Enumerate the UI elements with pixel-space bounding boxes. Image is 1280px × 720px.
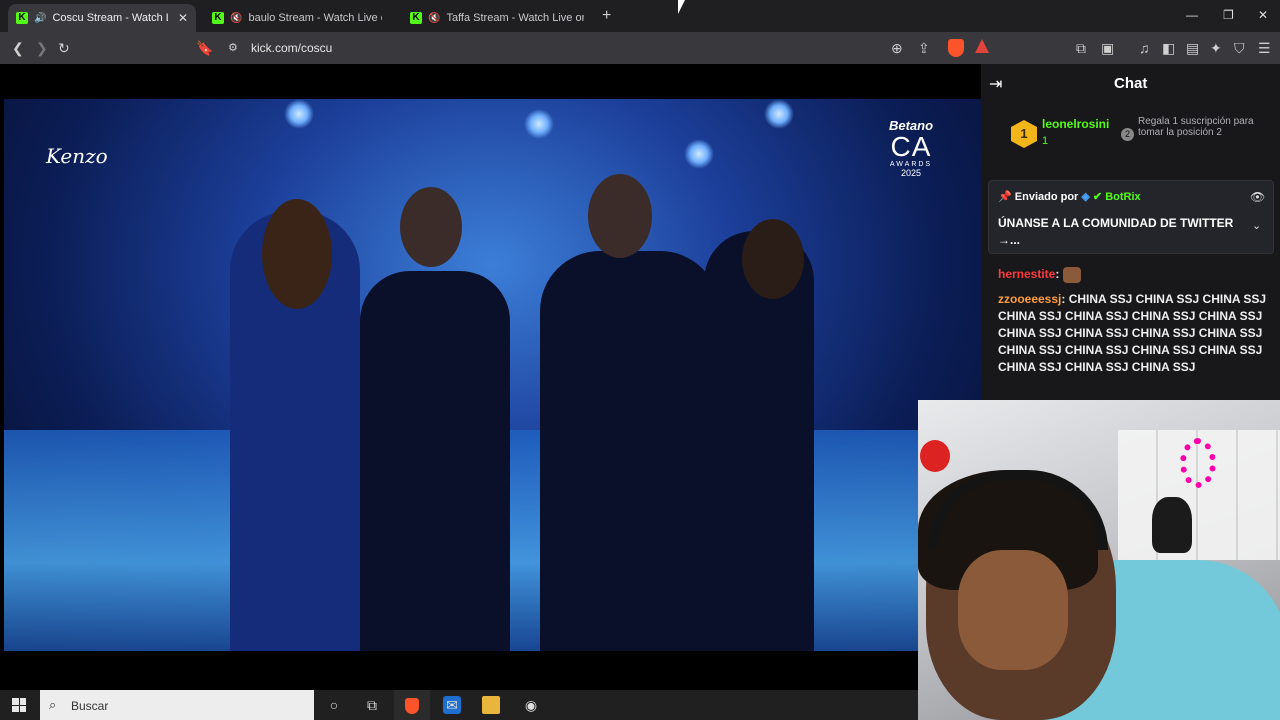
tab-title: Coscu Stream - Watch Live on <box>52 12 167 24</box>
browser-tab-bar: K 🔊 Coscu Stream - Watch Live on ✕ K 🔇 b… <box>0 0 1280 32</box>
obs-icon[interactable]: ◉ <box>522 696 540 714</box>
windows-start-icon[interactable] <box>12 698 26 712</box>
rank-1-badge: 1 <box>1011 120 1037 148</box>
kick-favicon-icon: K <box>212 12 224 24</box>
muted-speaker-icon[interactable]: 🔇 <box>230 13 242 24</box>
close-tab-icon[interactable]: ✕ <box>178 11 188 25</box>
emote-icon <box>1062 266 1081 283</box>
rank-2-badge: 2 <box>1121 128 1134 141</box>
url-bar[interactable]: kick.com/coscu <box>251 41 332 55</box>
host-left-head <box>262 199 332 309</box>
pinned-sender[interactable]: BotRix <box>1105 191 1140 203</box>
mouse-cursor <box>678 0 690 14</box>
muted-speaker-icon[interactable]: 🔇 <box>428 13 440 24</box>
pinned-text: ÚNANSE A LA COMUNIDAD DE TWITTER →... <box>998 216 1234 247</box>
music-icon[interactable]: ♫ <box>1139 39 1150 57</box>
pin-icon: 📌 <box>998 191 1012 203</box>
host-right-head <box>742 219 804 299</box>
extensions-icon[interactable]: ⧉ <box>1076 39 1086 57</box>
kick-favicon-icon: K <box>410 12 422 24</box>
chandelier-light <box>284 99 314 129</box>
tab-title: Taffa Stream - Watch Live on Kick <box>446 12 584 24</box>
award-year: 2025 <box>900 168 922 178</box>
brave-rewards-icon[interactable] <box>975 39 989 53</box>
chat-username[interactable]: zzooeeessj <box>998 292 1061 306</box>
guest-1 <box>360 271 510 651</box>
leaderboard-count: 1 <box>1042 135 1049 147</box>
pinned-header: 📌 Enviado por ◈ ✔ BotRix <box>998 190 1141 203</box>
leo-ai-icon[interactable]: ✦ <box>1210 39 1222 57</box>
collapse-chat-icon[interactable]: ⇥ <box>989 74 1002 94</box>
sidebar-icon[interactable]: ◧ <box>1162 39 1175 57</box>
share-icon[interactable]: ⇪ <box>918 39 930 57</box>
streamer-hand <box>958 550 1068 670</box>
chat-title: Chat <box>1114 75 1148 92</box>
taskbar-search-input[interactable]: ⌕ Buscar <box>40 690 314 720</box>
chandelier-light <box>684 139 714 169</box>
browser-toolbar: ❮ ❯ ↻ 🔖 ⚙ kick.com/coscu ⊕ ⇪ 1 ⧉ ▣ ♫ ◧ ▤… <box>0 32 1280 81</box>
wallet-icon[interactable]: ▤ <box>1186 39 1199 57</box>
award-sub: AWARDS <box>889 161 933 168</box>
brave-taskbar-icon[interactable] <box>394 690 430 720</box>
flower-lei <box>1180 438 1216 488</box>
chat-message: zzooeeessj: CHINA SSJ CHINA SSJ CHINA SS… <box>998 292 1267 374</box>
brave-shield-icon[interactable] <box>948 39 964 57</box>
leaderboard-user[interactable]: leonelrosini <box>1042 117 1109 131</box>
award-watermark: Betano CA AWARDS 2025 <box>866 118 956 178</box>
reader-icon[interactable]: ▣ <box>1101 39 1114 57</box>
minimize-button[interactable]: — <box>1186 8 1198 22</box>
guest-1-head <box>400 187 462 267</box>
leaderboard-note: Regala 1 suscripción para tomar la posic… <box>1138 116 1254 138</box>
tab-coscu[interactable]: K 🔊 Coscu Stream - Watch Live on ✕ <box>8 4 196 32</box>
search-placeholder: Buscar <box>71 699 109 713</box>
webcam-overlay <box>918 400 1280 720</box>
chandelier-light <box>764 99 794 129</box>
new-tab-button[interactable]: + <box>602 7 611 25</box>
guest-2-head <box>588 174 652 258</box>
angry-bird-toy <box>920 440 950 472</box>
site-settings-icon[interactable]: ⚙ <box>228 39 238 57</box>
sent-by-label: Enviado por <box>1014 191 1079 203</box>
chat-header: ⇥ Chat <box>981 64 1280 104</box>
kenzo-signature-logo: Kenzo <box>46 144 108 168</box>
bookmark-icon[interactable]: 🔖 <box>196 39 213 57</box>
chandelier-light <box>524 109 554 139</box>
restore-button[interactable]: ❐ <box>1223 8 1234 22</box>
hide-pinned-icon[interactable]: 👁 <box>1250 190 1265 204</box>
reload-icon[interactable]: ↻ <box>58 39 70 57</box>
file-explorer-icon[interactable] <box>482 696 500 714</box>
award-name: CA <box>890 131 932 162</box>
video-player[interactable] <box>4 99 981 651</box>
search-icon: ⌕ <box>49 697 57 712</box>
menu-icon[interactable]: ☰ <box>1258 39 1271 57</box>
tab-taffa[interactable]: K 🔇 Taffa Stream - Watch Live on Kick <box>402 4 592 32</box>
close-window-button[interactable]: ✕ <box>1258 8 1268 22</box>
zoom-icon[interactable]: ⊕ <box>891 39 903 57</box>
chat-username[interactable]: hernestite <box>998 267 1055 281</box>
kick-favicon-icon: K <box>16 12 28 24</box>
mail-icon[interactable]: ✉ <box>443 696 461 714</box>
tab-title: baulo Stream - Watch Live on Kick <box>248 12 382 24</box>
cortana-icon[interactable]: ○ <box>325 696 343 714</box>
tab-baulo[interactable]: K 🔇 baulo Stream - Watch Live on Kick <box>204 4 390 32</box>
vpn-icon[interactable]: ⛉ <box>1234 39 1245 57</box>
forward-icon[interactable]: ❯ <box>36 39 48 57</box>
guest-2 <box>540 251 720 651</box>
back-icon[interactable]: ❮ <box>12 39 24 57</box>
cap-on-wall <box>1152 497 1192 553</box>
chat-message: hernestite: <box>998 266 1274 283</box>
chevron-down-icon[interactable]: ⌄ <box>1252 219 1261 232</box>
verified-icon: ✔ <box>1092 191 1103 203</box>
pinned-message[interactable]: 📌 Enviado por ◈ ✔ BotRix 👁 ÚNANSE A LA C… <box>988 180 1274 254</box>
windows-taskbar: ⌕ Buscar ○ ⧉ ✉ ◉ <box>0 690 918 720</box>
speaker-icon[interactable]: 🔊 <box>34 13 46 24</box>
gift-leaderboard: 1 leonelrosini 1 2 Regala 1 suscripción … <box>981 108 1280 164</box>
bot-icon: ◈ <box>1081 191 1090 203</box>
task-view-icon[interactable]: ⧉ <box>363 696 381 714</box>
